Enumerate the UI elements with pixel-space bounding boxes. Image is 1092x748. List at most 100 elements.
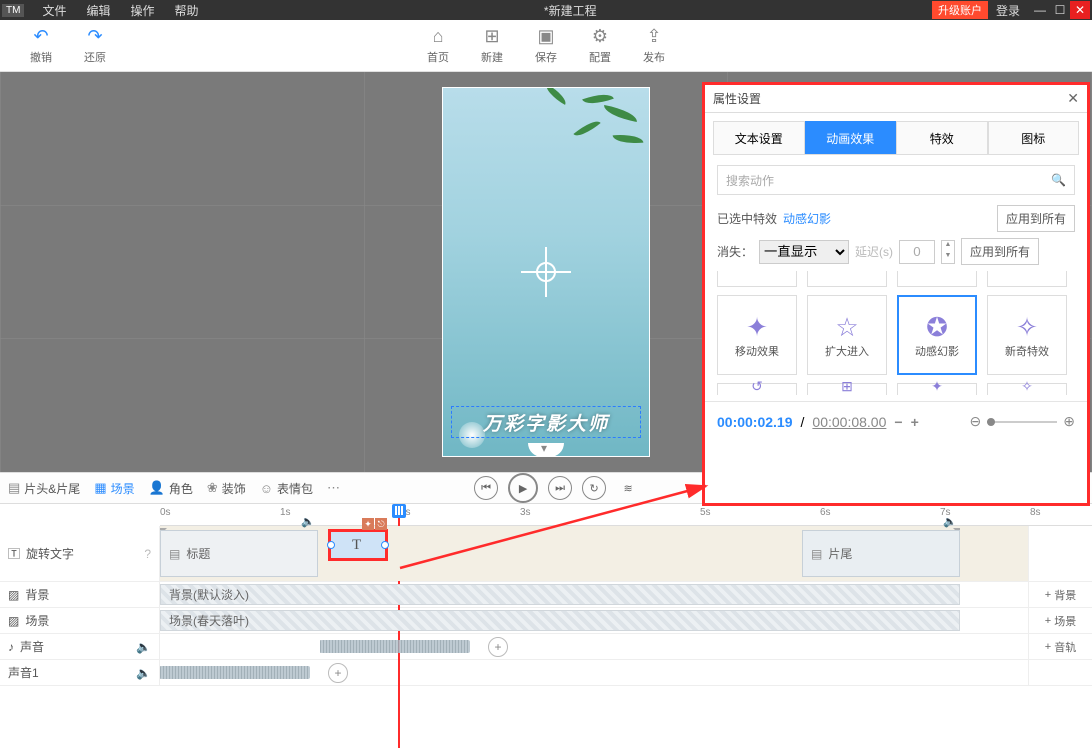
add-audio-button[interactable]: + bbox=[488, 637, 508, 657]
fx-novel[interactable]: ✧新奇特效 bbox=[987, 295, 1067, 375]
close-panel-icon[interactable]: ✕ bbox=[1067, 90, 1079, 107]
fx-move[interactable]: ✦移动效果 bbox=[717, 295, 797, 375]
delay-field[interactable] bbox=[899, 240, 935, 264]
fx-dynamic-phantom[interactable]: ✪动感幻影 bbox=[897, 295, 977, 375]
zoom-slider[interactable] bbox=[987, 421, 1057, 423]
more-icon: ⋯ bbox=[327, 480, 340, 496]
menu-edit[interactable]: 编辑 bbox=[76, 2, 120, 19]
section-role[interactable]: 👤角色 bbox=[149, 480, 193, 497]
section-decor[interactable]: ❀装饰 bbox=[207, 480, 246, 497]
undo-button[interactable]: ↶撤销 bbox=[14, 22, 68, 70]
upgrade-button[interactable]: 升级账户 bbox=[932, 1, 988, 19]
add-audio-button[interactable]: + bbox=[328, 663, 348, 683]
audio-clip[interactable] bbox=[160, 666, 310, 679]
speaker-icon: 🔈 bbox=[301, 515, 315, 528]
prev-button[interactable]: ⏮ bbox=[474, 476, 498, 500]
publish-icon: ⇪ bbox=[646, 26, 661, 47]
film-icon: ▤ bbox=[8, 480, 20, 496]
track-sound1: 声音1🔈 + bbox=[0, 660, 1092, 686]
menu-action[interactable]: 操作 bbox=[120, 2, 164, 19]
time-plus-icon[interactable]: + bbox=[911, 414, 919, 430]
add-background-button[interactable]: +背景 bbox=[1028, 582, 1092, 607]
menu-file[interactable]: 文件 bbox=[32, 2, 76, 19]
delay-stepper[interactable]: ▲▼ bbox=[941, 240, 955, 264]
clip-resize-right[interactable] bbox=[381, 541, 389, 549]
hatch-icon: ▨ bbox=[8, 614, 19, 628]
clip-link-icon: ⎋ bbox=[375, 518, 387, 530]
stage[interactable]: 万彩字影大师 bbox=[442, 87, 650, 457]
playhead[interactable] bbox=[392, 504, 406, 518]
time-display-row: 00:00:02.19 / 00:00:08.00 − + ⊖ ⊕ bbox=[705, 401, 1087, 441]
add-track-button[interactable]: +音轨 bbox=[1028, 634, 1092, 659]
save-icon: ▣ bbox=[537, 26, 554, 47]
add-scene-button[interactable]: +场景 bbox=[1028, 608, 1092, 633]
zoom-out-icon[interactable]: ⊖ bbox=[970, 413, 982, 430]
loop-button[interactable]: ↻ bbox=[582, 476, 606, 500]
tab-effects[interactable]: 特效 bbox=[896, 121, 988, 154]
decor-icon: ❀ bbox=[207, 480, 218, 496]
home-icon: ⌂ bbox=[433, 26, 444, 47]
apply-all-button-1[interactable]: 应用到所有 bbox=[997, 205, 1075, 232]
speaker-icon[interactable]: 🔈 bbox=[136, 640, 151, 654]
tab-text-settings[interactable]: 文本设置 bbox=[713, 121, 805, 154]
search-icon: 🔍 bbox=[1051, 173, 1066, 187]
publish-button[interactable]: ⇪发布 bbox=[627, 22, 681, 70]
section-scene[interactable]: ▦场景 bbox=[94, 480, 134, 497]
tab-icons[interactable]: 图标 bbox=[988, 121, 1080, 154]
redo-button[interactable]: ↷还原 bbox=[68, 22, 122, 70]
disappear-select[interactable]: 一直显示 bbox=[759, 240, 849, 264]
fx-zoom-in[interactable]: ☆扩大进入 bbox=[807, 295, 887, 375]
delay-label: 延迟(s) bbox=[855, 243, 893, 260]
track-lane[interactable]: ▤标题🔈 ✦⎋ T ▤片尾🔈 bbox=[160, 526, 1028, 581]
maximize-icon[interactable]: ☐ bbox=[1050, 1, 1070, 19]
help-icon[interactable]: ? bbox=[144, 547, 151, 561]
center-crosshair bbox=[521, 247, 571, 297]
wave-icon: ♪ bbox=[8, 640, 14, 654]
clip-resize-left[interactable] bbox=[327, 541, 335, 549]
clip-background[interactable]: 背景(默认淡入) bbox=[160, 584, 960, 605]
config-button[interactable]: ⚙配置 bbox=[573, 22, 627, 70]
section-more[interactable]: ⋯ bbox=[327, 480, 340, 496]
stage-expand-handle[interactable] bbox=[528, 443, 564, 457]
effect-grid: ✦移动效果 ☆扩大进入 ✪动感幻影 ✧新奇特效 bbox=[717, 295, 1075, 375]
selected-effect-link[interactable]: 动感幻影 bbox=[783, 210, 831, 227]
fx-novel-icon: ✧ bbox=[1016, 312, 1038, 343]
main-toolbar: ↶撤销 ↷还原 ⌂首页 ⊞新建 ▣保存 ⚙配置 ⇪发布 bbox=[0, 20, 1092, 72]
text-clip-icon: T bbox=[352, 537, 361, 554]
track-scene: ▨场景 场景(春天落叶) +场景 bbox=[0, 608, 1092, 634]
home-button[interactable]: ⌂首页 bbox=[411, 22, 465, 70]
text-layer-selected[interactable]: 万彩字影大师 bbox=[451, 406, 641, 438]
search-input[interactable]: 搜索动作 🔍 bbox=[717, 165, 1075, 195]
layers-button[interactable]: ≋ bbox=[616, 476, 640, 500]
play-button[interactable]: ▶ bbox=[508, 473, 538, 503]
clip-title[interactable]: ▤标题🔈 bbox=[160, 530, 318, 577]
clip-selected[interactable]: ✦⎋ T bbox=[328, 529, 388, 561]
disappear-label: 消失： bbox=[717, 243, 753, 260]
new-button[interactable]: ⊞新建 bbox=[465, 22, 519, 70]
tab-animation[interactable]: 动画效果 bbox=[805, 121, 897, 154]
minimize-icon[interactable]: — bbox=[1030, 1, 1050, 19]
menu-help[interactable]: 帮助 bbox=[165, 2, 209, 19]
properties-panel: 属性设置 ✕ 文本设置 动画效果 特效 图标 搜索动作 🔍 已选中特效 动感幻影… bbox=[702, 82, 1090, 506]
time-minus-icon[interactable]: − bbox=[894, 414, 902, 430]
section-intro-outro[interactable]: ▤片头&片尾 bbox=[8, 480, 80, 497]
track-background: ▨背景 背景(默认淡入) +背景 bbox=[0, 582, 1092, 608]
clip-scene[interactable]: 场景(春天落叶) bbox=[160, 610, 960, 631]
login-button[interactable]: 登录 bbox=[996, 2, 1020, 19]
emoji-icon: ☺ bbox=[260, 481, 273, 496]
total-time[interactable]: 00:00:08.00 bbox=[812, 414, 886, 430]
speaker-icon[interactable]: 🔈 bbox=[136, 666, 151, 680]
close-icon[interactable]: ✕ bbox=[1070, 1, 1090, 19]
playback-controls: ⏮ ▶ ⏭ ↻ ≋ bbox=[474, 473, 640, 503]
apply-all-button-2[interactable]: 应用到所有 bbox=[961, 238, 1039, 265]
track-end-cap bbox=[1028, 526, 1092, 581]
clip-end[interactable]: ▤片尾🔈 bbox=[802, 530, 960, 577]
next-button[interactable]: ⏭ bbox=[548, 476, 572, 500]
save-button[interactable]: ▣保存 bbox=[519, 22, 573, 70]
section-emoji[interactable]: ☺表情包 bbox=[260, 480, 313, 497]
track-label: 旋转文字 bbox=[26, 545, 74, 562]
fx-zoom-icon: ☆ bbox=[835, 312, 858, 343]
audio-clip[interactable] bbox=[320, 640, 470, 653]
track-label: 背景 bbox=[25, 586, 49, 603]
zoom-in-icon[interactable]: ⊕ bbox=[1063, 413, 1075, 430]
